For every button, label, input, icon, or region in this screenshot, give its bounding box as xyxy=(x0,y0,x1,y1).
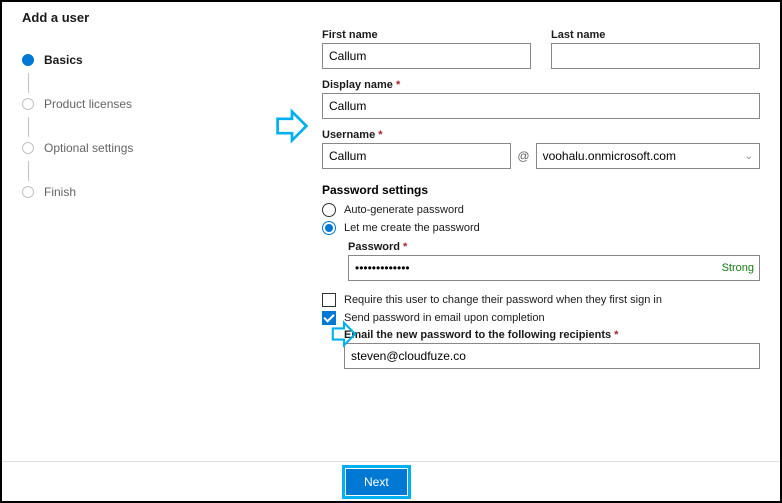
required-mark: * xyxy=(614,329,618,341)
first-name-label: First name xyxy=(322,29,531,41)
radio-label: Let me create the password xyxy=(344,222,480,234)
step-product-licenses[interactable]: Product licenses xyxy=(22,93,202,115)
step-indicator-icon xyxy=(22,98,34,110)
checkbox-label: Require this user to change their passwo… xyxy=(344,294,662,306)
step-label: Basics xyxy=(44,53,83,67)
display-name-label: Display name xyxy=(322,79,393,91)
password-strength-label: Strong xyxy=(722,262,754,274)
radio-icon xyxy=(322,203,336,217)
step-indicator-icon xyxy=(22,54,34,66)
checkbox-icon xyxy=(322,293,336,307)
username-label: Username xyxy=(322,129,375,141)
password-label: Password xyxy=(348,241,400,253)
step-connector xyxy=(28,117,29,137)
radio-auto-generate[interactable]: Auto-generate password xyxy=(322,203,760,217)
chevron-down-icon: ⌄ xyxy=(745,151,753,162)
display-name-input[interactable] xyxy=(322,93,760,119)
add-user-panel: Add a user Basics Product licenses Optio… xyxy=(0,0,782,503)
step-optional-settings[interactable]: Optional settings xyxy=(22,137,202,159)
step-indicator-icon xyxy=(22,186,34,198)
content-area: Basics Product licenses Optional setting… xyxy=(2,29,780,468)
wizard-steps: Basics Product licenses Optional setting… xyxy=(22,29,202,468)
username-input[interactable] xyxy=(322,143,511,169)
next-button-highlight: Next xyxy=(342,465,411,499)
callout-arrow-icon xyxy=(274,108,310,144)
next-button[interactable]: Next xyxy=(346,469,407,495)
footer-bar: Next xyxy=(2,461,780,501)
step-label: Product licenses xyxy=(44,97,132,111)
required-mark: * xyxy=(403,241,407,253)
password-input[interactable] xyxy=(348,255,760,281)
last-name-label: Last name xyxy=(551,29,760,41)
step-indicator-icon xyxy=(22,142,34,154)
check-send-email[interactable]: Send password in email upon completion xyxy=(322,311,760,325)
step-label: Finish xyxy=(44,185,76,199)
at-symbol: @ xyxy=(511,149,535,163)
step-connector xyxy=(28,161,29,181)
step-basics[interactable]: Basics xyxy=(22,49,202,71)
required-mark: * xyxy=(378,129,382,141)
check-require-change[interactable]: Require this user to change their passwo… xyxy=(322,293,760,307)
email-recipients-label: Email the new password to the following … xyxy=(344,329,611,341)
panel-title: Add a user xyxy=(2,2,780,29)
required-mark: * xyxy=(396,79,400,91)
step-connector xyxy=(28,73,29,93)
form-area: First name Last name Display name * User… xyxy=(202,29,760,468)
domain-value: voohalu.onmicrosoft.com xyxy=(543,149,676,163)
radio-label: Auto-generate password xyxy=(344,204,464,216)
email-recipients-input[interactable] xyxy=(344,343,760,369)
last-name-input[interactable] xyxy=(551,43,760,69)
radio-icon xyxy=(322,221,336,235)
password-settings-title: Password settings xyxy=(322,183,760,197)
callout-arrow-icon xyxy=(330,320,358,348)
domain-select[interactable]: voohalu.onmicrosoft.com ⌄ xyxy=(536,143,760,169)
radio-manual-password[interactable]: Let me create the password xyxy=(322,221,760,235)
first-name-input[interactable] xyxy=(322,43,531,69)
step-finish[interactable]: Finish xyxy=(22,181,202,203)
checkbox-label: Send password in email upon completion xyxy=(344,312,545,324)
step-label: Optional settings xyxy=(44,141,133,155)
